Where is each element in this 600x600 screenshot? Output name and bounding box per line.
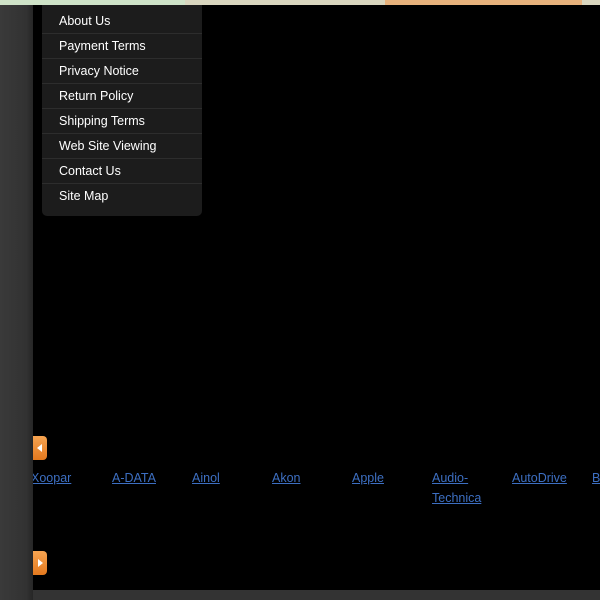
brand-link-akon[interactable]: Akon (272, 468, 342, 488)
brand-carousel: Xoopar A-DATA Ainol Akon Apple Audio-Tec… (33, 468, 600, 508)
page: About Us Payment Terms Privacy Notice Re… (0, 0, 600, 600)
bottom-bar (33, 590, 600, 600)
menu-item-privacy-notice[interactable]: Privacy Notice (42, 59, 202, 84)
menu-item-about-us[interactable]: About Us (42, 9, 202, 34)
brand-link-partial[interactable]: B (592, 468, 600, 488)
brand-link-a-data[interactable]: A-DATA (112, 468, 182, 488)
info-menu: About Us Payment Terms Privacy Notice Re… (42, 5, 202, 216)
brand-link-xoopar[interactable]: Xoopar (33, 468, 101, 488)
brand-link-ainol[interactable]: Ainol (192, 468, 262, 488)
arrow-right-icon (38, 559, 43, 567)
menu-item-contact-us[interactable]: Contact Us (42, 159, 202, 184)
menu-item-shipping-terms[interactable]: Shipping Terms (42, 109, 202, 134)
brand-link-apple[interactable]: Apple (352, 468, 422, 488)
brand-link-audio-technica[interactable]: Audio-Technica (432, 468, 492, 508)
menu-item-site-map[interactable]: Site Map (42, 184, 202, 208)
arrow-left-icon (37, 444, 42, 452)
menu-item-payment-terms[interactable]: Payment Terms (42, 34, 202, 59)
menu-item-web-site-viewing[interactable]: Web Site Viewing (42, 134, 202, 159)
brand-link-autodrive[interactable]: AutoDrive (512, 468, 582, 488)
left-gutter (0, 5, 33, 600)
carousel-prev-button[interactable] (33, 436, 47, 460)
carousel-next-button[interactable] (33, 551, 47, 575)
menu-item-return-policy[interactable]: Return Policy (42, 84, 202, 109)
